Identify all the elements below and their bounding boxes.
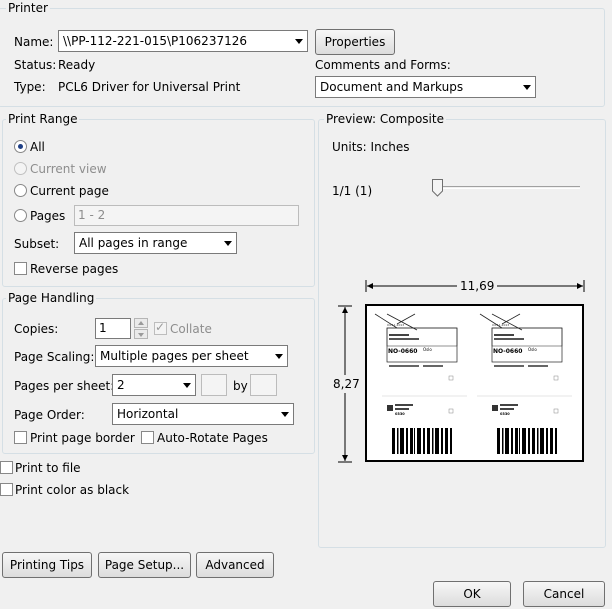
current-page-radio[interactable]: [14, 184, 27, 197]
auto-rotate-checkbox[interactable]: [141, 431, 154, 444]
all-radio[interactable]: [14, 140, 27, 153]
svg-text:0330: 0330: [395, 412, 405, 416]
preview-sheet: 04.11.2013 NO-0660 Oslo 0330 04.11.2013 …: [365, 304, 584, 462]
svg-text:04.11.2013: 04.11.2013: [492, 323, 509, 327]
advanced-button[interactable]: Advanced: [196, 552, 274, 578]
cancel-button[interactable]: Cancel: [523, 581, 605, 607]
page-scaling-select[interactable]: Multiple pages per sheet: [95, 345, 288, 367]
print-to-file-checkbox[interactable]: [0, 461, 13, 474]
print-page-border-checkbox[interactable]: [14, 431, 27, 444]
pages-per-sheet-rows-input: [250, 374, 277, 396]
print-color-black-checkbox[interactable]: [0, 483, 13, 496]
print-to-file-label[interactable]: Print to file: [15, 461, 81, 475]
by-label: by: [233, 379, 248, 393]
printer-group-title: Printer: [6, 1, 50, 15]
pages-range-placeholder: 1 - 2: [78, 208, 106, 222]
chevron-down-icon: [275, 354, 283, 359]
status-label: Status:: [14, 58, 57, 72]
svg-text:NO-0660: NO-0660: [388, 348, 417, 355]
preview-sheet-image: 04.11.2013 NO-0660 Oslo 0330 04.11.2013 …: [374, 313, 572, 454]
print-color-black-label[interactable]: Print color as black: [15, 483, 129, 497]
units-label: Units: Inches: [332, 140, 410, 154]
print-range-title: Print Range: [6, 112, 80, 126]
type-label: Type:: [14, 80, 46, 94]
ok-button[interactable]: OK: [433, 581, 511, 607]
copies-label: Copies:: [14, 322, 59, 336]
page-scaling-value: Multiple pages per sheet: [100, 349, 249, 363]
page-order-label: Page Order:: [14, 408, 85, 422]
page-order-value: Horizontal: [117, 407, 179, 421]
subset-select[interactable]: All pages in range: [74, 232, 237, 254]
page-scaling-label: Page Scaling:: [14, 350, 95, 364]
copies-input[interactable]: 1: [95, 318, 131, 339]
pages-per-sheet-value: 2: [117, 378, 125, 392]
svg-text:Oslo: Oslo: [528, 347, 537, 352]
print-page-border-label[interactable]: Print page border: [30, 431, 135, 445]
pages-per-sheet-select[interactable]: 2: [112, 374, 196, 396]
pages-per-sheet-label: Pages per sheet:: [14, 379, 115, 393]
printer-name-label: Name:: [14, 35, 54, 49]
copies-value: 1: [99, 321, 107, 335]
width-dimension-label: 11,69: [457, 279, 498, 293]
chevron-down-icon: [523, 85, 531, 90]
copies-decrement-button[interactable]: [134, 329, 148, 339]
height-dimension-label: 8,27: [333, 375, 360, 393]
label-right: 04.11.2013 NO-0660 Oslo 0330: [477, 313, 572, 454]
pages-label[interactable]: Pages: [30, 209, 65, 223]
current-page-label[interactable]: Current page: [30, 184, 109, 198]
label-left: 04.11.2013 NO-0660 Oslo 0330: [374, 313, 467, 454]
chevron-down-icon: [183, 383, 191, 388]
all-label[interactable]: All: [30, 140, 45, 154]
chevron-down-icon: [224, 241, 232, 246]
pages-range-input[interactable]: 1 - 2: [74, 205, 299, 226]
checkmark-icon: ✓: [155, 320, 166, 334]
svg-text:NO-0660: NO-0660: [493, 348, 522, 355]
page-indicator: 1/1 (1): [332, 184, 373, 198]
reverse-pages-label[interactable]: Reverse pages: [30, 262, 118, 276]
printer-name-value: \\PP-112-221-015\P106237126: [63, 34, 247, 48]
comments-forms-value: Document and Markups: [320, 80, 464, 94]
pages-per-sheet-columns-input: [201, 374, 227, 396]
auto-rotate-label[interactable]: Auto-Rotate Pages: [157, 431, 268, 445]
svg-text:Oslo: Oslo: [423, 347, 432, 352]
subset-value: All pages in range: [79, 236, 188, 250]
svg-text:04.11.2013: 04.11.2013: [387, 323, 404, 327]
printer-name-select[interactable]: \\PP-112-221-015\P106237126: [58, 30, 308, 52]
collate-label: Collate: [170, 322, 212, 336]
page-slider-track[interactable]: [437, 186, 580, 189]
type-value: PCL6 Driver for Universal Print: [58, 80, 241, 94]
comments-forms-select[interactable]: Document and Markups: [315, 76, 536, 98]
collate-checkbox: ✓: [154, 320, 167, 335]
properties-button[interactable]: Properties: [315, 29, 395, 55]
page-order-select[interactable]: Horizontal: [112, 403, 294, 425]
reverse-pages-checkbox[interactable]: [14, 262, 27, 275]
status-value: Ready: [58, 58, 96, 72]
pages-radio[interactable]: [14, 209, 27, 222]
printing-tips-button[interactable]: Printing Tips: [2, 552, 92, 578]
current-view-radio: [14, 162, 27, 175]
current-view-label: Current view: [30, 162, 107, 176]
subset-label: Subset:: [14, 237, 60, 251]
preview-title: Preview: Composite: [324, 112, 446, 126]
copies-increment-button[interactable]: [134, 318, 148, 328]
page-handling-title: Page Handling: [6, 291, 97, 305]
chevron-down-icon: [281, 412, 289, 417]
svg-text:0330: 0330: [500, 412, 510, 416]
comments-forms-label: Comments and Forms:: [315, 58, 451, 72]
page-setup-button[interactable]: Page Setup...: [98, 552, 191, 578]
page-slider-thumb[interactable]: [432, 179, 443, 197]
chevron-down-icon: [295, 39, 303, 44]
